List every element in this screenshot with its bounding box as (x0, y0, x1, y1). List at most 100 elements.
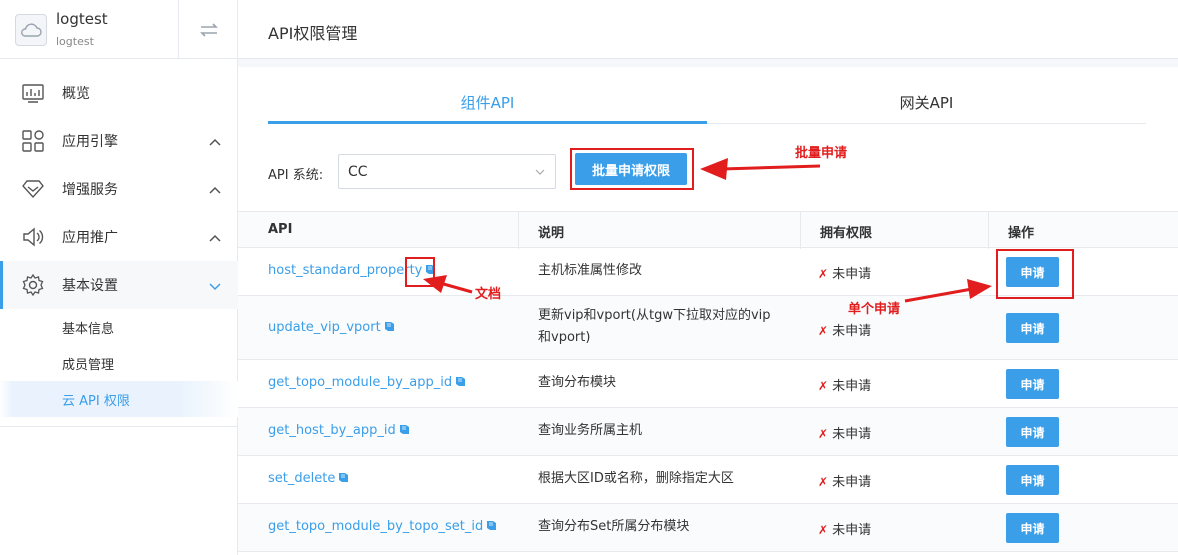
sidebar-item-label: 应用引擎 (62, 134, 118, 150)
book-icon[interactable] (399, 424, 410, 435)
api-tabs: 组件API 网关API (268, 82, 1146, 124)
api-description: 查询分布Set所属分布模块 (538, 519, 690, 534)
book-icon[interactable] (338, 472, 349, 483)
x-icon: ✗ (818, 475, 829, 489)
api-name: get_topo_module_by_app_id (268, 375, 453, 390)
api-link[interactable]: get_topo_module_by_app_id (268, 375, 466, 390)
page-title: API权限管理 (268, 24, 358, 43)
table-row: get_topo_module_by_topo_set_id 查询分布Set所属… (238, 504, 1178, 552)
api-system-value: CC (348, 164, 368, 180)
x-icon: ✗ (818, 324, 829, 338)
table-row: update_vip_vport 更新vip和vport(从tgw下拉取对应的v… (238, 296, 1178, 360)
tab-gateway-api[interactable]: 网关API (707, 82, 1146, 124)
divider (0, 426, 238, 427)
grid-icon (22, 130, 44, 152)
divider (800, 212, 801, 249)
table-row: get_topo_module_by_app_id 查询分布模块 ✗ 未申请 申请 (238, 360, 1178, 408)
permission-status: ✗ 未申请 (818, 519, 871, 538)
api-link[interactable]: get_topo_module_by_topo_set_id (268, 519, 497, 534)
permission-status: ✗ 未申请 (818, 263, 871, 282)
chevron-up-icon (209, 186, 221, 194)
api-system-select[interactable]: CC (338, 154, 556, 189)
annotation-label-doc: 文档 (475, 287, 502, 302)
annotation-label-single: 单个申请 (848, 302, 901, 317)
sidebar-item-enhanced-services[interactable]: 增强服务 (0, 165, 238, 213)
api-link[interactable]: set_delete (268, 471, 349, 486)
permission-text: 未申请 (832, 427, 872, 442)
book-icon[interactable] (384, 321, 395, 332)
chevron-down-icon (535, 169, 545, 175)
permission-status: ✗ 未申请 (818, 423, 871, 442)
sidebar-subitem-label: 成员管理 (62, 358, 115, 373)
column-header: 操作 (1008, 226, 1035, 241)
api-description: 根据大区ID或名称，删除指定大区 (538, 471, 734, 486)
table-row: set_delete 根据大区ID或名称，删除指定大区 ✗ 未申请 申请 (238, 456, 1178, 504)
api-description: 更新vip和vport(从tgw下拉取对应的vip和vport) (538, 308, 771, 345)
api-link[interactable]: update_vip_vport (268, 320, 395, 335)
book-icon[interactable] (455, 376, 466, 387)
api-description: 主机标准属性修改 (538, 263, 643, 278)
chevron-up-icon (209, 138, 221, 146)
apply-button[interactable]: 申请 (1006, 313, 1059, 343)
speaker-icon (23, 227, 44, 247)
sidebar-item-overview[interactable]: 概览 (0, 69, 238, 117)
sidebar-item-label: 概览 (62, 86, 90, 102)
api-name: get_host_by_app_id (268, 423, 396, 438)
api-description: 查询分布模块 (538, 375, 617, 390)
tab-component-api[interactable]: 组件API (268, 82, 707, 124)
sidebar-subitem-members[interactable]: 成员管理 (0, 345, 238, 381)
permission-status: ✗ 未申请 (818, 471, 871, 490)
api-link[interactable]: get_host_by_app_id (268, 423, 410, 438)
permission-text: 未申请 (832, 324, 872, 339)
permission-status: ✗ 未申请 (818, 375, 871, 394)
divider (238, 59, 1178, 67)
apply-button[interactable]: 申请 (1006, 369, 1059, 399)
cloud-icon (15, 14, 47, 46)
permission-text: 未申请 (832, 475, 872, 490)
sidebar-subitem-basic-info[interactable]: 基本信息 (0, 309, 238, 345)
gear-icon (22, 274, 44, 296)
page-header: API权限管理 (238, 0, 1178, 59)
column-header: 说明 (538, 226, 565, 241)
chevron-up-icon (209, 234, 221, 242)
diamond-icon (22, 180, 44, 199)
sidebar-item-label: 增强服务 (62, 182, 118, 198)
switch-app-icon[interactable] (178, 0, 238, 59)
chevron-down-icon (209, 283, 221, 291)
sidebar: logtest logtest 概览 应用引擎 增强服务 应用推广 基本设置 基… (0, 0, 238, 555)
permission-text: 未申请 (832, 267, 872, 282)
sidebar-item-app-promotion[interactable]: 应用推广 (0, 213, 238, 261)
api-description: 查询业务所属主机 (538, 423, 643, 438)
x-icon: ✗ (818, 267, 829, 281)
batch-apply-button[interactable]: 批量申请权限 (575, 153, 687, 185)
annotation-highlight-box (996, 249, 1074, 299)
sidebar-item-label: 基本设置 (62, 278, 118, 294)
x-icon: ✗ (818, 427, 829, 441)
app-header: logtest logtest (0, 0, 237, 59)
sidebar-item-basic-settings[interactable]: 基本设置 (0, 261, 238, 309)
apply-button[interactable]: 申请 (1006, 417, 1059, 447)
apply-button[interactable]: 申请 (1006, 465, 1059, 495)
annotation-highlight-box (405, 257, 435, 287)
book-icon[interactable] (486, 520, 497, 531)
sidebar-subitem-cloud-api[interactable]: 云 API 权限 (0, 381, 238, 417)
sidebar-item-label: 应用推广 (62, 230, 118, 246)
table-header: API 说明 拥有权限 操作 (238, 211, 1178, 249)
dashboard-icon (22, 84, 44, 103)
app-name: logtest (56, 10, 108, 28)
permission-text: 未申请 (832, 523, 872, 538)
app-code: logtest (56, 35, 94, 48)
column-header: API (268, 222, 293, 237)
api-name: host_standard_property (268, 263, 423, 278)
column-header: 拥有权限 (820, 226, 873, 241)
table-row: get_host_by_app_id 查询业务所属主机 ✗ 未申请 申请 (238, 408, 1178, 456)
x-icon: ✗ (818, 379, 829, 393)
divider (988, 212, 989, 249)
apply-button[interactable]: 申请 (1006, 513, 1059, 543)
api-name: update_vip_vport (268, 320, 381, 335)
sidebar-subitem-label: 基本信息 (62, 322, 115, 337)
permission-text: 未申请 (832, 379, 872, 394)
annotation-label-batch: 批量申请 (795, 146, 848, 161)
sidebar-item-app-engine[interactable]: 应用引擎 (0, 117, 238, 165)
api-name: get_topo_module_by_topo_set_id (268, 519, 484, 534)
